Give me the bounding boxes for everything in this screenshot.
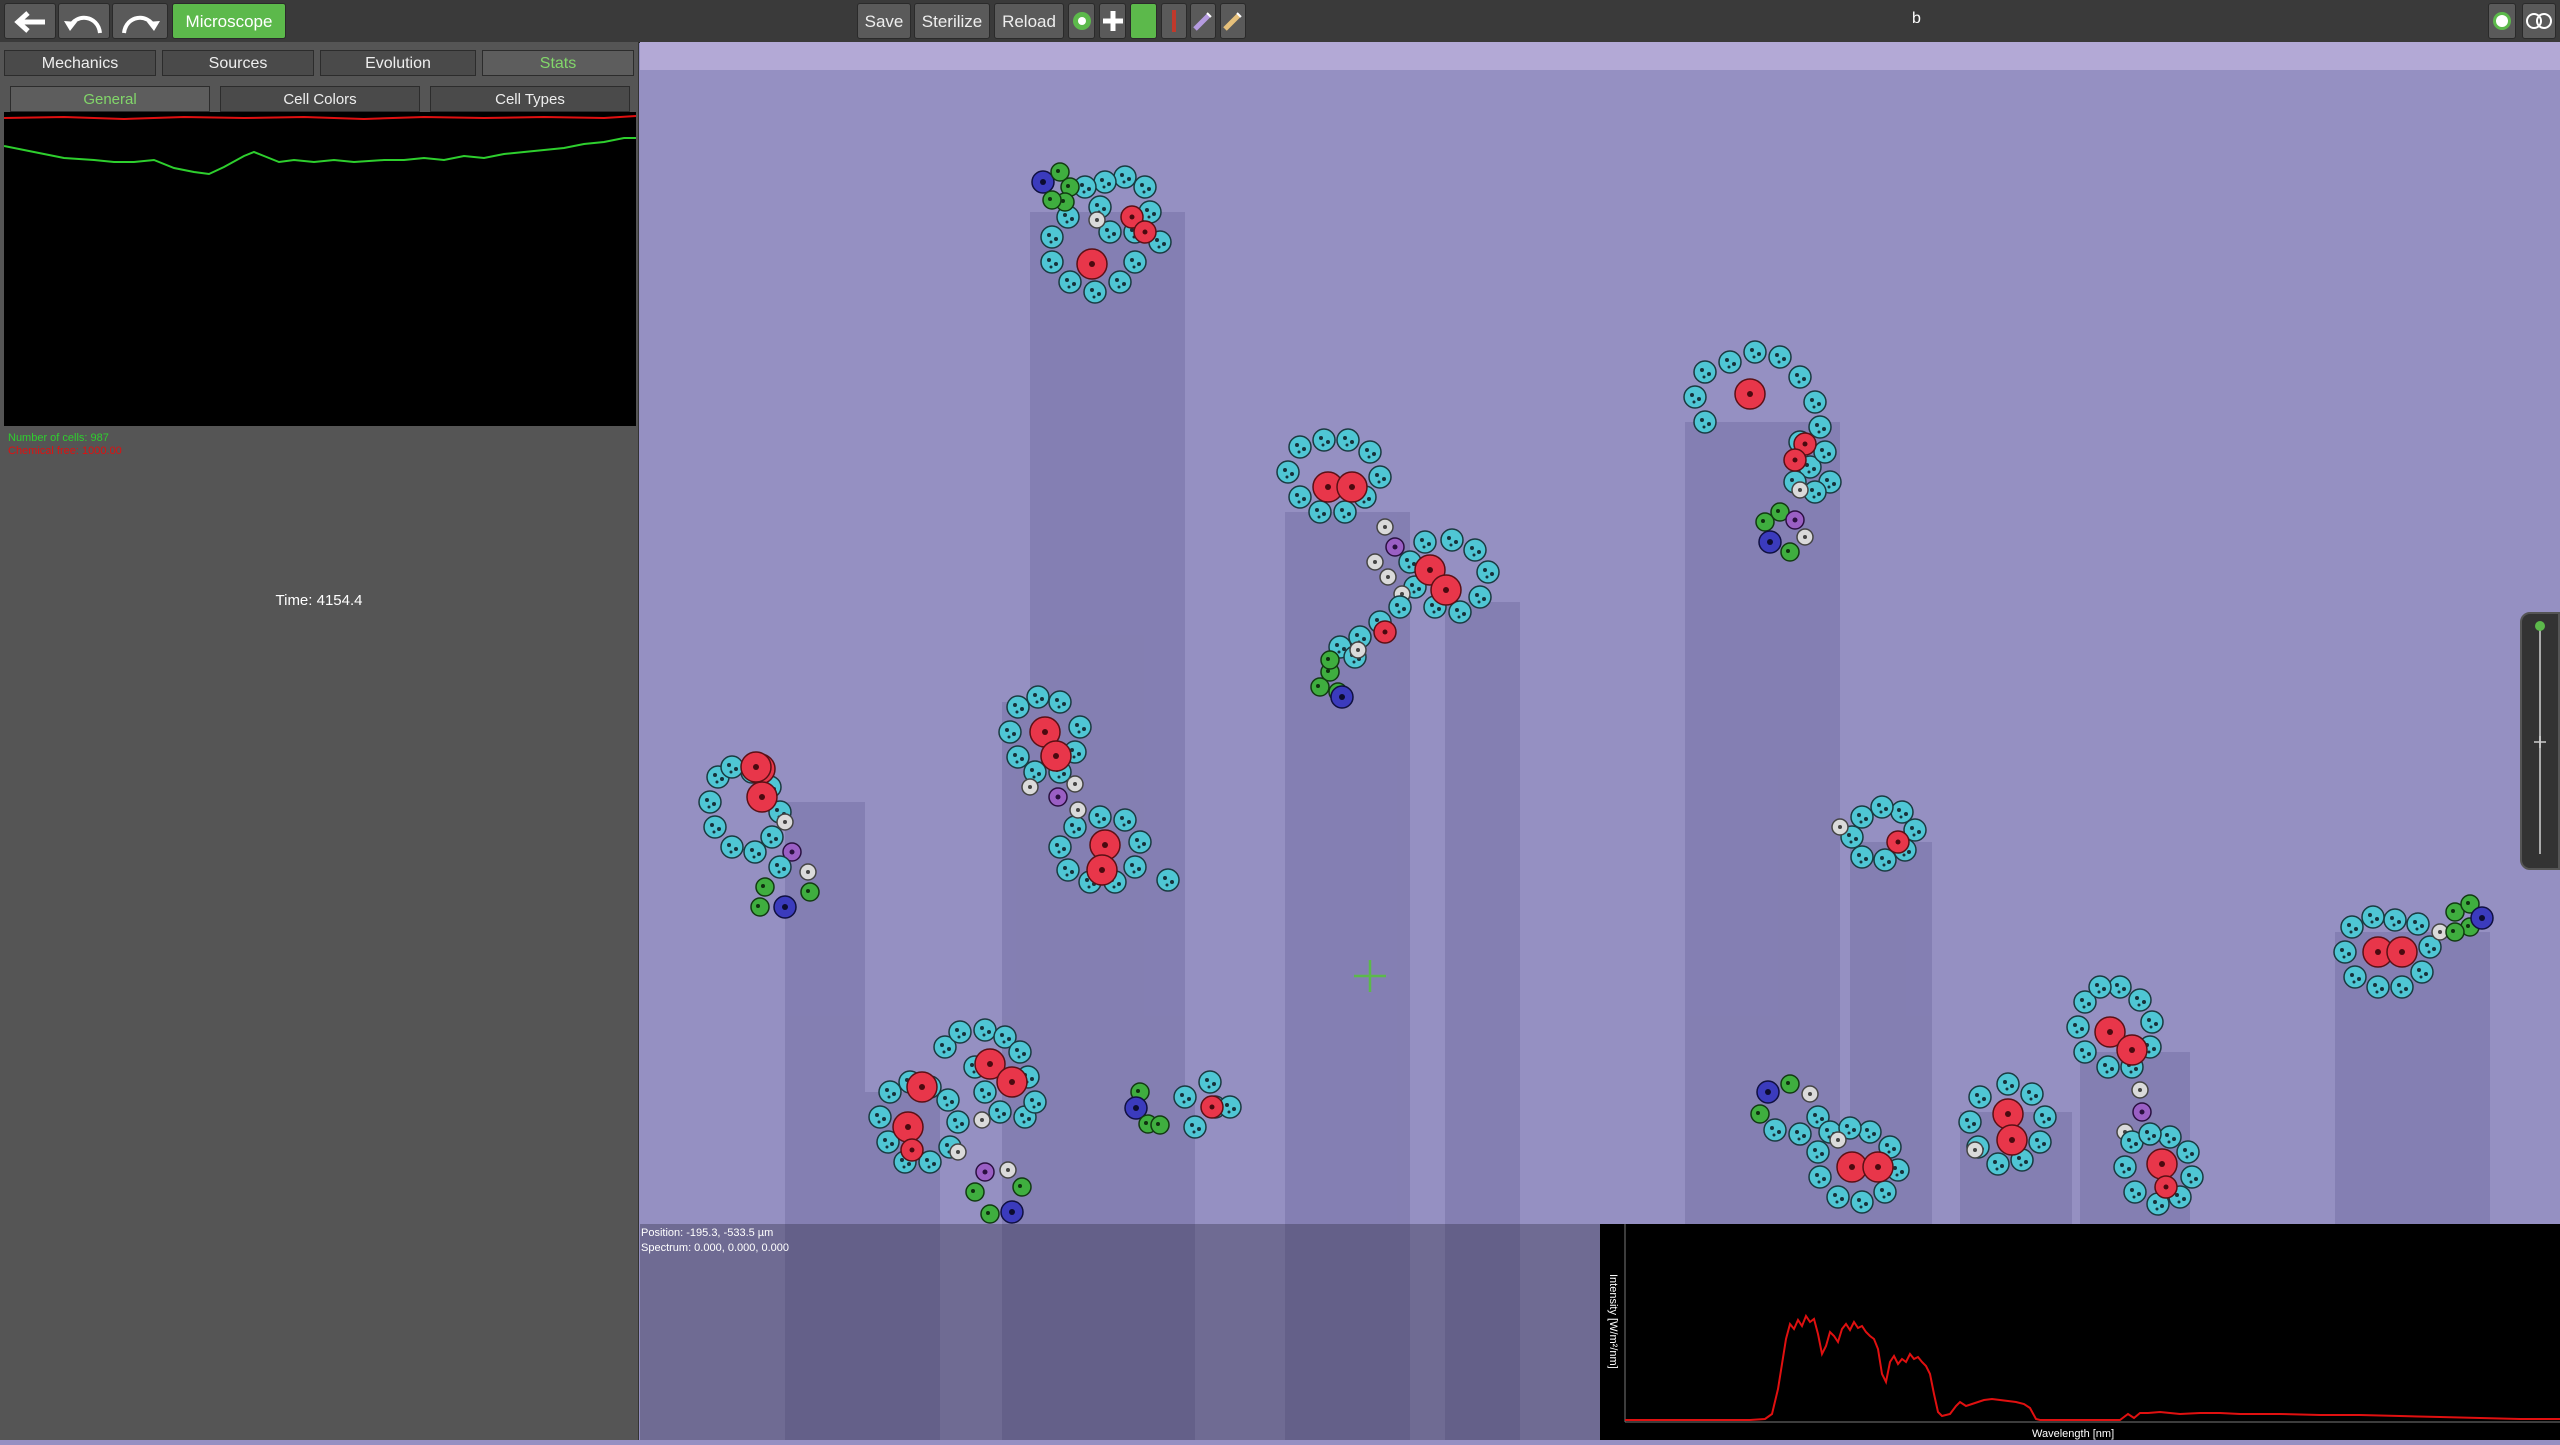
play-toggle-button[interactable] [2488,3,2516,39]
probe-icon [1172,10,1176,32]
tab-stats[interactable]: Stats [482,50,634,76]
position-readout: Position: -195.3, -533.5 µm [641,1227,774,1239]
move-cross-icon [1102,11,1123,31]
zoom-slider[interactable] [2522,614,2558,868]
stats-graph [3,112,637,426]
sterilize-button[interactable]: Sterilize [914,3,990,39]
record-icon [2493,12,2511,30]
spectrum-y-label: Intensity [W/m²/nm] [1607,1274,1619,1369]
pipette-icon [1223,12,1242,31]
top-toolbar: Microscope Save Sterilize Reload b [0,0,2560,43]
spectrum-svg: Intensity [W/m²/nm] Wavelength [nm] [1607,1224,2560,1440]
arrow-left-icon [14,11,45,33]
microscope-mode-button[interactable]: Microscope [172,3,286,39]
subtab-general[interactable]: General [10,86,210,112]
tab-sources[interactable]: Sources [162,50,314,76]
time-label: Time: 4154.4 [275,592,363,609]
spectrum-readout: Spectrum: 0.000, 0.000, 0.000 [641,1242,789,1254]
slider-center-mark [2534,736,2546,748]
pipette-tool-button[interactable] [1220,3,1246,39]
redo-button[interactable] [112,3,168,39]
reload-button[interactable]: Reload [994,3,1064,39]
target-icon [1072,12,1091,30]
info-overlay [640,1224,1600,1440]
redo-icon [122,16,160,34]
energy-label: Chemical free: 1000.00 [8,445,122,457]
tab-evolution[interactable]: Evolution [320,50,476,76]
cell-count-line [3,137,636,176]
view-toggle-button[interactable] [2522,3,2556,39]
zoom-slider-panel[interactable] [2520,612,2560,870]
syringe-icon [1193,12,1212,31]
cell-count-label: Number of cells: 987 [8,432,109,444]
color-tool-button[interactable] [1130,3,1157,39]
spectrum-line [1625,1313,2560,1421]
spectrum-x-label: Wavelength [nm] [2032,1428,2114,1440]
subtab-cell-types[interactable]: Cell Types [430,86,630,112]
toolbar-center-text: b [1912,10,1921,27]
move-tool-button[interactable] [1099,3,1126,39]
spectrum-chart: Intensity [W/m²/nm] Wavelength [nm] [1600,1224,2560,1440]
select-tool-button[interactable] [1068,3,1095,39]
back-button[interactable] [4,3,56,39]
left-panel: Mechanics Sources Evolution Stats Genera… [0,42,639,1440]
tab-mechanics[interactable]: Mechanics [4,50,156,76]
top-light-band [640,42,2560,70]
subtab-cell-colors[interactable]: Cell Colors [220,86,420,112]
energy-line [3,115,637,121]
probe-tool-button[interactable] [1161,3,1187,39]
undo-icon [64,16,102,34]
save-button[interactable]: Save [857,3,911,39]
eye-icon [2526,13,2552,29]
syringe-tool-button[interactable] [1190,3,1216,39]
undo-button[interactable] [58,3,110,39]
zoom-slider-knob[interactable] [2535,621,2545,631]
stats-graph-svg [3,115,637,176]
